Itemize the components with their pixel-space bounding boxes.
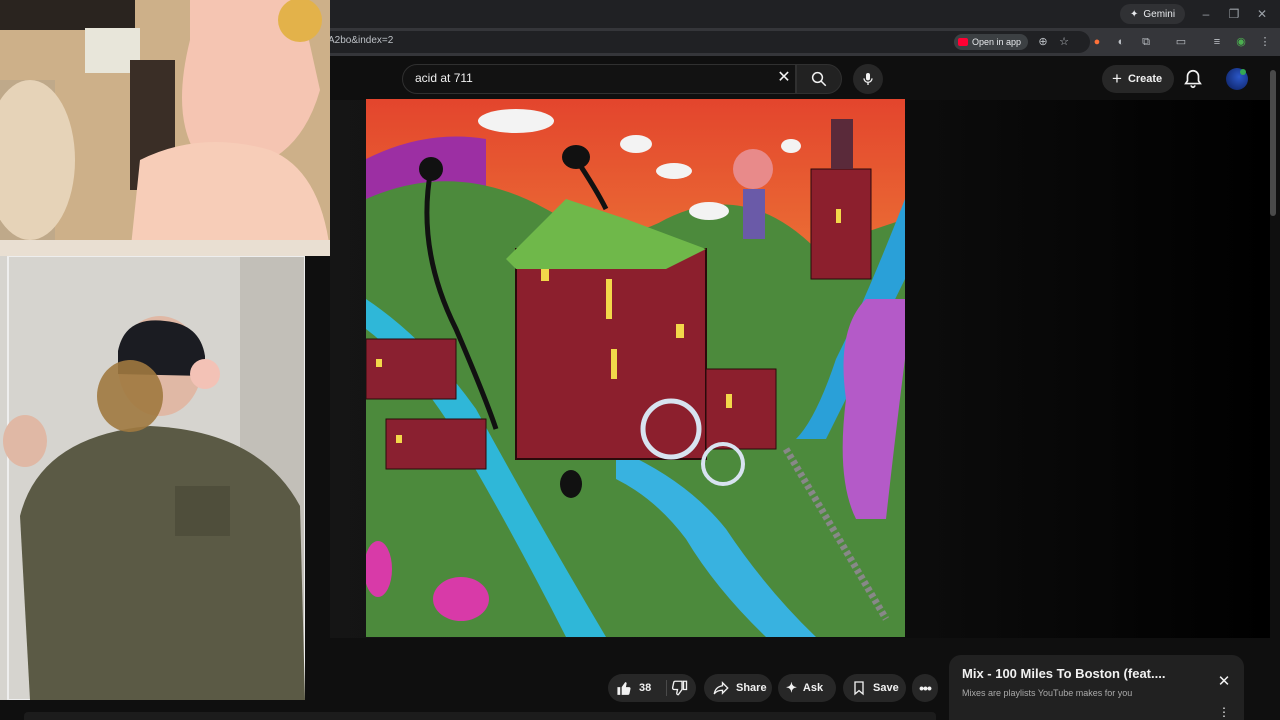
- thumbs-down-icon[interactable]: [670, 679, 688, 697]
- search-button[interactable]: [796, 64, 842, 94]
- webcam-overlay-bottom: [0, 256, 305, 700]
- minimize-icon[interactable]: –: [1196, 4, 1216, 24]
- extensions-puzzle-icon[interactable]: ⧉: [1137, 33, 1155, 51]
- like-divider: [666, 680, 667, 696]
- close-window-icon[interactable]: ✕: [1252, 4, 1272, 24]
- like-button[interactable]: 38: [616, 680, 651, 697]
- sparkle-icon: ✦: [1130, 8, 1139, 20]
- open-in-app-button[interactable]: Open in app: [954, 34, 1029, 50]
- youtube-logo-icon: [958, 38, 968, 46]
- like-count: 38: [639, 682, 652, 694]
- extension-fox-icon[interactable]: ●: [1088, 33, 1106, 51]
- voice-search-button[interactable]: [853, 64, 883, 94]
- share-button[interactable]: Share: [704, 674, 772, 702]
- restore-icon[interactable]: ❐: [1224, 4, 1244, 24]
- extension-circle-icon[interactable]: ◐: [1112, 33, 1130, 51]
- mix-title[interactable]: Mix - 100 Miles To Boston (feat....: [962, 666, 1165, 681]
- album-art-drawing: [366, 99, 905, 637]
- clear-search-icon[interactable]: ✕: [774, 68, 794, 88]
- bookmark-star-icon[interactable]: ☆: [1055, 33, 1073, 51]
- create-button[interactable]: + Create: [1102, 65, 1174, 93]
- zoom-icon[interactable]: ⊕: [1034, 33, 1052, 51]
- more-actions-button[interactable]: •••: [912, 674, 938, 702]
- webcam-overlay-top: [0, 0, 330, 256]
- gemini-button[interactable]: ✦ Gemini: [1120, 4, 1186, 24]
- profile-icon[interactable]: ◉: [1232, 33, 1250, 51]
- ask-button[interactable]: ✦ Ask: [778, 674, 836, 702]
- ask-label: Ask: [802, 682, 824, 694]
- avatar-status-dot: [1240, 69, 1246, 75]
- save-button[interactable]: Save: [843, 674, 906, 702]
- description-box-edge: [24, 712, 936, 720]
- page-scrollbar[interactable]: [1270, 70, 1276, 216]
- search-icon: [811, 71, 827, 87]
- search-query-text: acid at 711: [415, 71, 473, 85]
- save-label: Save: [873, 682, 899, 694]
- webcam-bottom-image: [0, 256, 305, 700]
- create-label: Create: [1127, 73, 1163, 85]
- plus-icon: +: [1112, 69, 1122, 88]
- webcam-top-image: [0, 0, 330, 256]
- sparkle-icon: ✦: [786, 680, 797, 695]
- media-controls-icon[interactable]: ≡: [1208, 33, 1226, 51]
- like-dislike-group: 38: [608, 674, 696, 702]
- close-mix-icon[interactable]: ✕: [1214, 672, 1234, 692]
- microphone-icon: [863, 73, 873, 85]
- more-horizontal-icon: •••: [919, 680, 932, 696]
- cast-icon[interactable]: ▭: [1172, 33, 1190, 51]
- open-in-app-label: Open in app: [972, 37, 1022, 47]
- share-label: Share: [736, 682, 767, 694]
- browser-menu-icon[interactable]: ⋮: [1256, 33, 1274, 51]
- thumbs-up-icon: [617, 681, 631, 695]
- notifications-bell-icon[interactable]: [1182, 68, 1204, 90]
- share-arrow-icon: [713, 681, 729, 695]
- bookmark-icon: [854, 681, 864, 696]
- mix-subtitle: Mixes are playlists YouTube makes for yo…: [962, 688, 1133, 698]
- gemini-label: Gemini: [1143, 8, 1176, 20]
- mix-menu-icon[interactable]: ⋮: [1218, 705, 1230, 719]
- url-text: A2bo&index=2: [328, 35, 394, 46]
- album-art-thumbnail[interactable]: [366, 99, 905, 637]
